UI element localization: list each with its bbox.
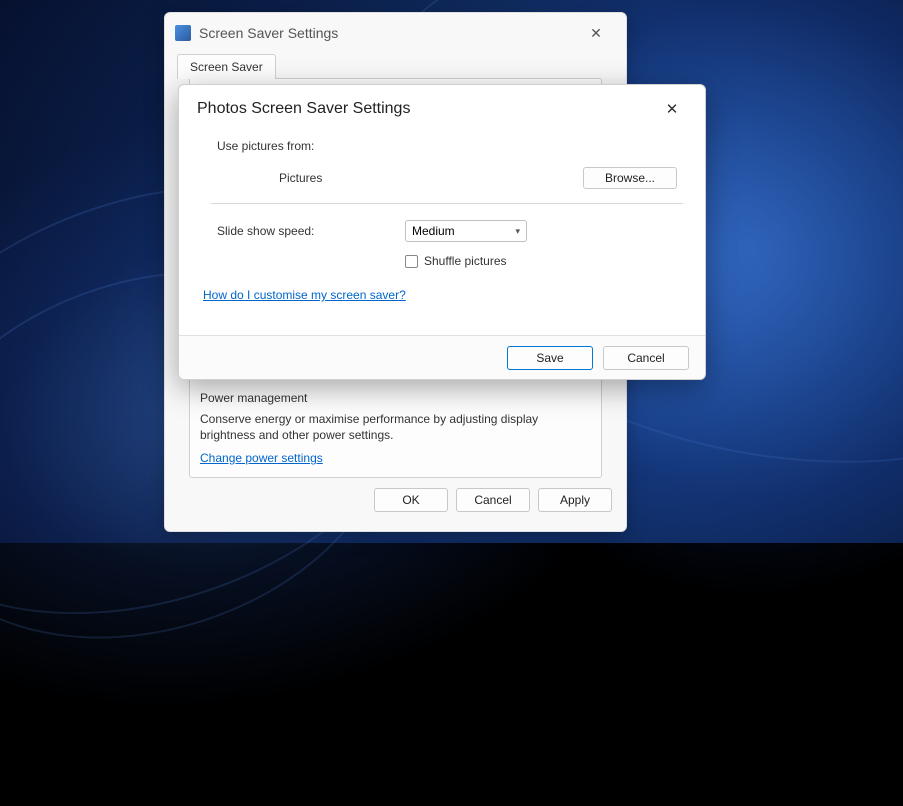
shuffle-pictures-checkbox[interactable]	[405, 255, 418, 268]
divider	[211, 203, 683, 204]
close-icon[interactable]: ✕	[657, 100, 687, 118]
cancel-button[interactable]: Cancel	[456, 488, 530, 512]
cancel-button[interactable]: Cancel	[603, 346, 689, 370]
child-dialog-title: Photos Screen Saver Settings	[197, 100, 657, 118]
slide-show-speed-select[interactable]: Medium ▾	[405, 220, 527, 242]
power-management-heading: Power management	[200, 391, 591, 405]
save-button[interactable]: Save	[507, 346, 593, 370]
parent-titlebar[interactable]: Screen Saver Settings ✕	[165, 13, 626, 53]
use-pictures-from-label: Use pictures from:	[217, 139, 677, 153]
browse-button[interactable]: Browse...	[583, 167, 677, 189]
photos-screen-saver-settings-dialog: Photos Screen Saver Settings ✕ Use pictu…	[178, 84, 706, 380]
child-titlebar[interactable]: Photos Screen Saver Settings ✕	[179, 85, 705, 133]
customise-screen-saver-help-link[interactable]: How do I customise my screen saver?	[203, 288, 406, 302]
chevron-down-icon: ▾	[515, 226, 520, 237]
screen-saver-icon	[175, 25, 191, 41]
slide-show-speed-label: Slide show speed:	[217, 224, 405, 238]
slide-show-speed-value: Medium	[412, 224, 455, 238]
parent-window-title: Screen Saver Settings	[199, 25, 568, 41]
apply-button[interactable]: Apply	[538, 488, 612, 512]
pictures-folder-value: Pictures	[279, 171, 322, 185]
tab-screen-saver[interactable]: Screen Saver	[177, 54, 276, 79]
close-icon[interactable]: ✕	[576, 25, 616, 42]
power-management-description: Conserve energy or maximise performance …	[200, 411, 591, 443]
ok-button[interactable]: OK	[374, 488, 448, 512]
shuffle-pictures-label: Shuffle pictures	[424, 254, 507, 268]
change-power-settings-link[interactable]: Change power settings	[200, 451, 323, 465]
